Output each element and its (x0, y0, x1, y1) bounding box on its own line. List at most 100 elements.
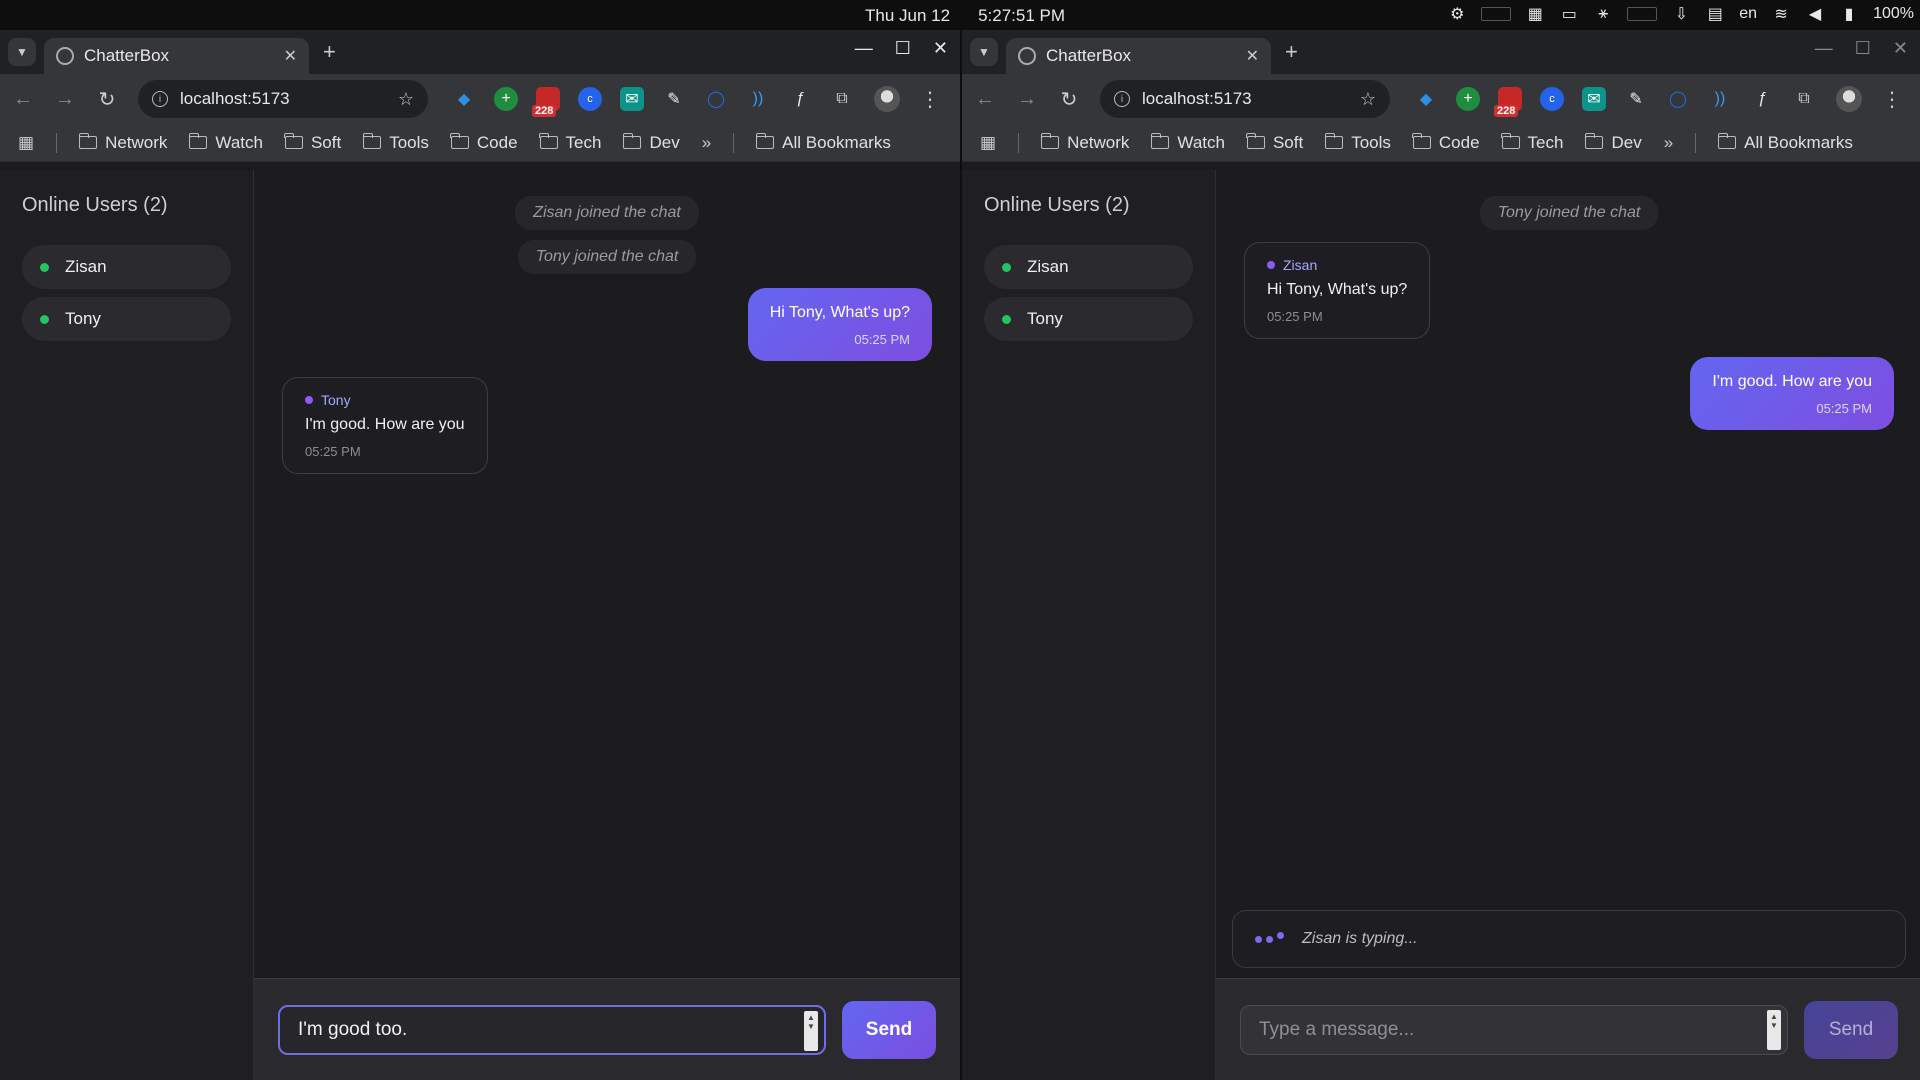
wave-extension-icon[interactable]: )) (1708, 87, 1732, 111)
system-clock[interactable]: Thu Jun 12 5:27:51 PM (865, 6, 1065, 26)
wave-extension-icon[interactable]: )) (746, 87, 770, 111)
formula-extension-icon[interactable]: ƒ (1750, 87, 1774, 111)
profile-avatar[interactable] (1836, 86, 1862, 112)
bookmark-label: Code (1438, 132, 1480, 152)
mail-extension-icon[interactable]: ✉ (620, 87, 644, 111)
puzzle-extensions-icon[interactable]: ⧉ (830, 87, 854, 111)
message-input[interactable] (298, 1018, 806, 1041)
maximize-button[interactable]: ☐ (895, 38, 911, 59)
bookmark-network[interactable]: Network (1040, 133, 1129, 153)
send-button[interactable]: Send (1804, 1000, 1898, 1059)
browser-menu-icon[interactable]: ⋮ (1882, 87, 1902, 112)
address-bar[interactable]: i localhost:5173 ☆ (138, 80, 428, 118)
apps-grid-icon[interactable]: ▦ (18, 133, 34, 153)
message-list[interactable]: Tony joined the chat Zisan Hi Tony, What… (1216, 170, 1920, 980)
tab-chatterbox[interactable]: ChatterBox ✕ (44, 38, 309, 74)
clipboard-icon[interactable]: ▤ (1705, 6, 1725, 23)
message-list[interactable]: Zisan joined the chat Tony joined the ch… (254, 170, 960, 980)
calendar-extension-icon[interactable]: 228 (1494, 87, 1522, 117)
user-item-tony[interactable]: Tony (22, 297, 231, 341)
mail-extension-icon[interactable]: ✉ (1582, 87, 1606, 111)
minimize-button[interactable]: — (1815, 38, 1833, 59)
profile-avatar[interactable] (874, 86, 900, 112)
system-message: Tony joined the chat (517, 240, 697, 274)
user-item-tony[interactable]: Tony (984, 297, 1193, 341)
bookmark-code[interactable]: Code (1412, 132, 1480, 153)
tab-title: ChatterBox (84, 46, 170, 65)
bookmark-tools[interactable]: Tools (1324, 133, 1391, 153)
bookmark-network[interactable]: Network (78, 133, 167, 153)
sender-dot-icon (1267, 261, 1275, 269)
eyedropper-extension-icon[interactable]: ✎ (1624, 87, 1648, 111)
browser-menu-icon[interactable]: ⋮ (920, 87, 940, 112)
back-button[interactable]: ← (12, 88, 34, 111)
all-bookmarks-button[interactable]: All Bookmarks (755, 133, 891, 153)
close-tab-icon[interactable]: ✕ (1246, 46, 1259, 66)
bookmark-watch[interactable]: Watch (1150, 133, 1225, 153)
bookmark-code[interactable]: Code (450, 133, 518, 153)
calendar-extension-icon[interactable]: 228 (532, 87, 560, 117)
bookmark-watch[interactable]: Watch (188, 133, 263, 153)
gem-extension-icon[interactable]: ◆ (1414, 87, 1438, 111)
tab-search-button[interactable]: ▼ (970, 38, 998, 66)
bookmark-star-icon[interactable]: ☆ (1360, 89, 1376, 110)
puzzle-extensions-icon[interactable]: ⧉ (1792, 87, 1816, 111)
site-info-icon[interactable]: i (1114, 91, 1130, 107)
new-tab-button[interactable]: + (323, 39, 336, 65)
new-tab-button[interactable]: + (1285, 39, 1298, 65)
eyedropper-extension-icon[interactable]: ✎ (662, 87, 686, 111)
send-button[interactable]: Send (842, 1000, 936, 1059)
reload-button[interactable]: ↻ (1058, 87, 1080, 112)
user-name: Tony (65, 309, 101, 328)
battery-icon[interactable]: ▮ (1839, 6, 1859, 23)
message-text: Hi Tony, What's up? (769, 304, 910, 321)
circle-extension-icon[interactable]: c (1540, 87, 1564, 111)
user-item-zisan[interactable]: Zisan (984, 245, 1193, 289)
resize-stepper[interactable]: ▲ ▼ (804, 1010, 818, 1051)
bookmark-tech[interactable]: Tech (539, 133, 601, 153)
close-tab-icon[interactable]: ✕ (284, 46, 297, 66)
plus-extension-icon[interactable]: + (1456, 87, 1480, 111)
bookmark-soft[interactable]: Soft (284, 133, 341, 153)
more-bookmarks-chevron-icon[interactable]: » (702, 133, 711, 153)
folder-icon (1501, 133, 1520, 149)
tab-chatterbox[interactable]: ChatterBox ✕ (1006, 38, 1271, 74)
resize-stepper[interactable]: ▲ ▼ (1767, 1009, 1781, 1050)
all-bookmarks-button[interactable]: All Bookmarks (1717, 133, 1853, 153)
back-button[interactable]: ← (974, 88, 996, 111)
language-indicator[interactable]: en (1739, 5, 1757, 23)
plus-extension-icon[interactable]: + (494, 87, 518, 111)
bookmark-tech[interactable]: Tech (1501, 133, 1563, 153)
close-window-button[interactable]: ✕ (1893, 38, 1908, 59)
forward-button[interactable]: → (54, 88, 76, 111)
net-graph-icon (1627, 7, 1658, 21)
bookmark-tools[interactable]: Tools (362, 133, 429, 153)
formula-extension-icon[interactable]: ƒ (788, 87, 812, 111)
ring-extension-icon[interactable]: ◯ (1666, 87, 1690, 111)
bookmark-dev[interactable]: Dev (1584, 133, 1642, 153)
address-bar[interactable]: i localhost:5173 ☆ (1100, 80, 1390, 118)
bookmark-star-icon[interactable]: ☆ (398, 89, 414, 110)
maximize-button[interactable]: ☐ (1855, 38, 1871, 59)
ring-extension-icon[interactable]: ◯ (704, 87, 728, 111)
more-bookmarks-chevron-icon[interactable]: » (1664, 133, 1673, 153)
message-input[interactable] (1259, 1018, 1769, 1041)
close-window-button[interactable]: ✕ (933, 38, 948, 59)
bookmark-dev[interactable]: Dev (622, 133, 680, 153)
wifi-icon[interactable]: ≋ (1771, 6, 1791, 23)
forward-button[interactable]: → (1016, 88, 1038, 111)
download-icon[interactable]: ⇩ (1671, 6, 1691, 23)
site-info-icon[interactable]: i (152, 91, 168, 107)
gem-extension-icon[interactable]: ◆ (452, 87, 476, 111)
volume-icon[interactable]: ◀ (1805, 6, 1825, 23)
bookmark-soft[interactable]: Soft (1246, 133, 1303, 153)
circle-extension-icon[interactable]: c (578, 87, 602, 111)
settings-gear-icon[interactable]: ⚙ (1447, 6, 1467, 23)
system-message: Zisan joined the chat (515, 196, 699, 230)
reload-button[interactable]: ↻ (96, 87, 118, 112)
minimize-button[interactable]: — (855, 38, 873, 59)
apps-grid-icon[interactable]: ▦ (980, 133, 996, 153)
tab-search-button[interactable]: ▼ (8, 38, 36, 66)
extensions-row: ◆ + 228 c ✉ ✎ ◯ )) ƒ ⧉ (1414, 87, 1816, 117)
user-item-zisan[interactable]: Zisan (22, 245, 231, 289)
